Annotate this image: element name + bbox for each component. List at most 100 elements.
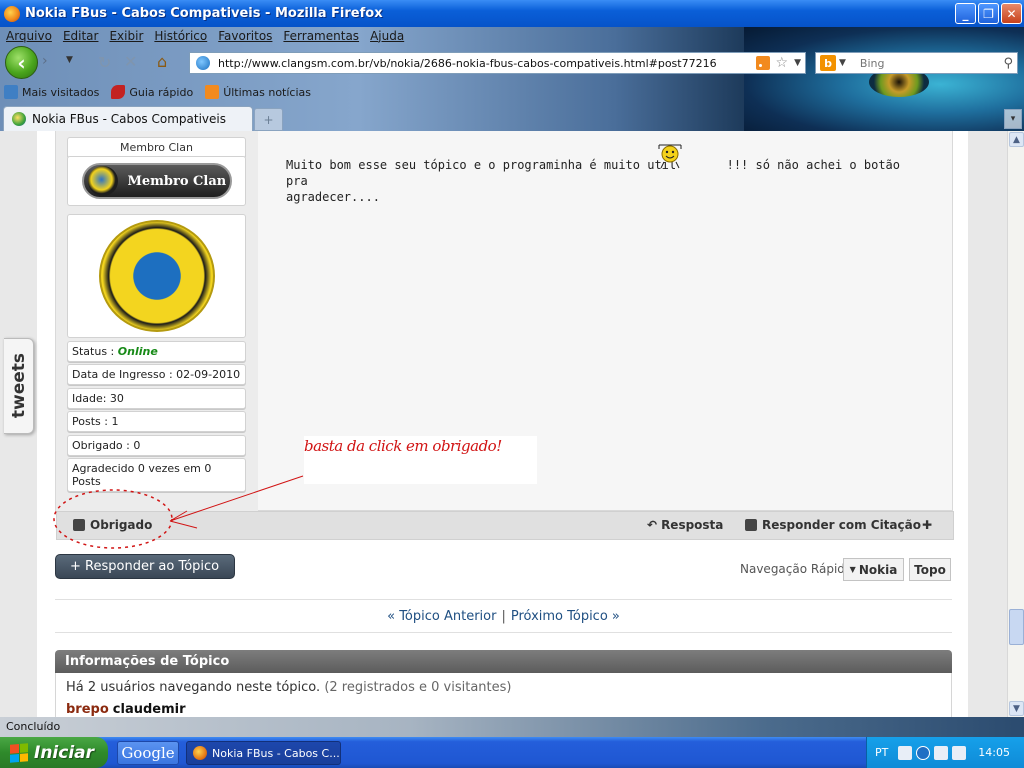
network-icon[interactable]: [934, 745, 949, 760]
clock: 14:05: [978, 746, 1010, 759]
home-icon[interactable]: ⌂: [157, 52, 167, 71]
reply-arrow-icon: ↶: [647, 518, 658, 532]
next-topic-link[interactable]: Próximo Tópico »: [511, 609, 620, 624]
user-status: Status : Online: [67, 341, 246, 362]
topic-info-header: Informações de Tópico: [55, 650, 952, 673]
windows-taskbar: Iniciar Google Nokia FBus - Cabos C... P…: [0, 737, 1024, 768]
tab-label: Nokia FBus - Cabos Compativeis: [32, 112, 226, 126]
taskbar-firefox-window[interactable]: Nokia FBus - Cabos C...: [186, 741, 341, 765]
search-engine-dropdown-icon[interactable]: ▼: [839, 58, 846, 68]
menu-historico[interactable]: Histórico: [150, 27, 214, 46]
url-bar[interactable]: http://www.clangsm.com.br/vb/nokia/2686-…: [189, 52, 806, 74]
taskbar-window-label: Nokia FBus - Cabos C...: [212, 746, 340, 760]
user-link-brepo[interactable]: brepo: [66, 702, 109, 717]
site-identity-icon[interactable]: [196, 56, 210, 70]
page-viewport: Membro Clan Membro Clan Status : Online …: [0, 131, 1007, 717]
post-line-1: Muito bom esse seu tópico e o programinh…: [286, 157, 926, 189]
quicknav-label: Navegação Rápida: [740, 562, 853, 576]
bookmark-guia-rapido[interactable]: Guia rápido: [107, 85, 193, 99]
bookmark-mais-visitados[interactable]: Mais visitados: [0, 85, 99, 99]
browsing-summary: Há 2 usuários navegando neste tópico. (2…: [66, 680, 941, 695]
menu-ferramentas[interactable]: Ferramentas: [279, 27, 366, 46]
menu-arquivo[interactable]: Arquivo: [2, 27, 59, 46]
rss-feed-icon[interactable]: [755, 56, 770, 70]
keyboard-icon[interactable]: [898, 745, 913, 760]
rank-badge-text: Membro Clan: [127, 173, 227, 189]
close-button[interactable]: ✕: [1001, 3, 1022, 24]
url-dropdown-icon[interactable]: ▼: [794, 58, 801, 68]
tab-bar: Nokia FBus - Cabos Compativeis + ▾: [0, 106, 1024, 131]
prev-topic-link[interactable]: « Tópico Anterior: [387, 609, 496, 624]
bookmark-ultimas-noticias[interactable]: Últimas notícias: [201, 85, 311, 99]
menu-ajuda[interactable]: Ajuda: [366, 27, 411, 46]
post-footer: Obrigado ↶ Resposta Responder com Citaçã…: [56, 511, 954, 540]
rank-badge-pill: Membro Clan: [81, 163, 232, 199]
history-dropdown-icon[interactable]: ▼: [66, 55, 73, 65]
menu-editar[interactable]: Editar: [59, 27, 106, 46]
avatar[interactable]: [98, 220, 215, 332]
back-button[interactable]: ‹: [5, 46, 38, 79]
bookmark-label: Mais visitados: [22, 85, 100, 99]
thanks-label: Obrigado: [90, 518, 153, 532]
vertical-scrollbar[interactable]: ▲ ▼: [1007, 131, 1024, 717]
bookmark-star-icon[interactable]: ☆: [776, 55, 789, 71]
forum-post: Membro Clan Membro Clan Status : Online …: [55, 131, 954, 540]
leaf-icon: [111, 85, 126, 99]
pin-icon: [4, 85, 18, 99]
language-indicator[interactable]: PT: [875, 746, 888, 759]
minimize-button[interactable]: _: [955, 3, 976, 24]
navigation-toolbar: ‹ › ▼ ↻ ✕ ⌂ http://www.clangsm.com.br/vb…: [0, 46, 1024, 79]
menu-exibir[interactable]: Exibir: [105, 27, 150, 46]
maximize-button[interactable]: ❐: [978, 3, 999, 24]
volume-icon[interactable]: [952, 745, 967, 760]
top-button[interactable]: Topo: [909, 558, 951, 581]
browsing-detail: (2 registrados e 0 visitantes): [324, 680, 512, 695]
smiley-icon: [658, 144, 682, 169]
user-join-date: Data de Ingresso : 02-09-2010: [67, 364, 246, 385]
new-tab-button[interactable]: +: [254, 108, 283, 131]
scroll-up-icon[interactable]: ▲: [1009, 132, 1024, 147]
taskbar-google[interactable]: Google: [117, 741, 179, 765]
user-title: Membro Clan: [67, 137, 246, 158]
bing-engine-icon[interactable]: b: [820, 55, 836, 71]
url-text[interactable]: http://www.clangsm.com.br/vb/nokia/2686-…: [218, 57, 756, 70]
scroll-thumb[interactable]: [1009, 609, 1024, 645]
post-message: Muito bom esse seu tópico e o programinh…: [286, 157, 926, 205]
status-text: Concluído: [6, 720, 61, 733]
stop-icon[interactable]: ✕: [124, 52, 137, 71]
forum-page: Membro Clan Membro Clan Status : Online …: [37, 131, 968, 717]
site-favicon-icon: [12, 112, 26, 126]
multiquote-button[interactable]: ✚: [922, 518, 932, 532]
firefox-icon: [193, 746, 207, 760]
scroll-down-icon[interactable]: ▼: [1009, 701, 1024, 716]
back-arrow-icon: ‹: [17, 50, 26, 75]
user-age: Idade: 30: [67, 388, 246, 409]
browsing-text: Há 2 usuários navegando neste tópico.: [66, 680, 321, 695]
firefox-icon: [4, 5, 20, 22]
search-bar[interactable]: b ▼ ⚲: [815, 52, 1018, 74]
search-input[interactable]: [859, 56, 1000, 70]
quicknav-select[interactable]: ▼ Nokia: [843, 558, 904, 581]
user-thanked-received: Agradecido 0 vezes em 0 Posts: [67, 458, 246, 492]
reply-button[interactable]: ↶ Resposta: [647, 518, 723, 532]
quicknav-value: Nokia: [858, 562, 898, 577]
reload-icon[interactable]: ↻: [98, 53, 111, 72]
thanks-button[interactable]: Obrigado: [73, 518, 152, 532]
user-posts: Posts : 1: [67, 411, 246, 432]
tweets-side-tab[interactable]: tweets: [4, 338, 34, 434]
tweets-label: tweets: [8, 353, 29, 419]
tray-expand-icon[interactable]: [916, 745, 931, 760]
reply-topic-button[interactable]: + Responder ao Tópico: [55, 554, 235, 579]
menu-favoritos[interactable]: Favoritos: [214, 27, 279, 46]
start-button[interactable]: Iniciar: [0, 737, 108, 768]
annotation-text: basta da click em obrigado!: [304, 437, 502, 455]
bookmark-label: Últimas notícias: [223, 85, 311, 99]
topic-info-body: Há 2 usuários navegando neste tópico. (2…: [55, 673, 952, 717]
tab-list-button[interactable]: ▾: [1004, 109, 1022, 129]
user-link-claudemir[interactable]: claudemir: [113, 702, 186, 717]
forward-arrow-icon[interactable]: ›: [42, 53, 62, 73]
reply-quote-button[interactable]: Responder com Citação: [745, 518, 921, 532]
tab-nokia-fbus[interactable]: Nokia FBus - Cabos Compativeis: [3, 106, 253, 131]
search-icon[interactable]: ⚲: [1003, 56, 1013, 71]
window-controls: _ ❐ ✕: [955, 3, 1022, 24]
